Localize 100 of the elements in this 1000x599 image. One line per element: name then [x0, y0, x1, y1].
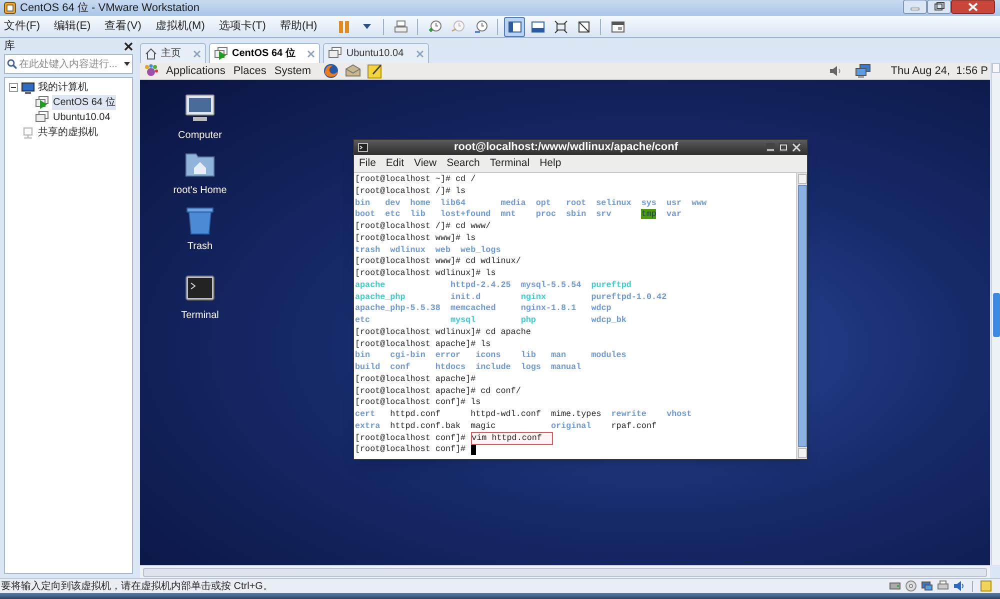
network-icon[interactable]	[854, 64, 871, 78]
terminal-line: [root@localhost wdlinux]# cd apache	[355, 326, 531, 338]
tree-item[interactable]: 共享的虚拟机	[38, 125, 98, 140]
printer-icon[interactable]	[937, 580, 949, 592]
dropdown-caret-icon	[124, 62, 130, 66]
terminal-line: [root@localhost conf]# ls	[355, 397, 481, 409]
directory-name: lib	[410, 209, 426, 220]
window-title: root@localhost:/www/wdlinux/apache/conf	[452, 140, 680, 156]
tab[interactable]: CentOS 64 位	[209, 43, 320, 63]
directory-name: rewrite	[611, 409, 646, 419]
status-text: 要将输入定向到该虚拟机，请在虚拟机内部单击或按 Ctrl+G。	[1, 580, 273, 594]
caret-icon	[362, 24, 371, 29]
directory-name: var	[666, 209, 682, 220]
menu-item[interactable]: View	[414, 156, 437, 172]
horizontal-scrollbar[interactable]	[140, 565, 990, 578]
search-field[interactable]: 在此处键入内容进行...	[4, 54, 133, 74]
menu-item[interactable]: Help	[540, 156, 562, 172]
speaker-icon[interactable]	[828, 65, 841, 77]
maximize-button[interactable]	[927, 0, 951, 14]
envelope-icon[interactable]	[345, 63, 362, 79]
clock-icon	[450, 18, 466, 34]
directory-name: cert	[355, 409, 376, 419]
icon-label[interactable]: root's Home	[173, 183, 227, 198]
note-icon[interactable]	[980, 580, 992, 592]
directory-name: web	[435, 244, 450, 254]
directory-name: logs	[520, 362, 541, 372]
directory-name: vhost	[666, 409, 692, 419]
view-button[interactable]	[504, 16, 526, 36]
menu-item[interactable]: Search	[446, 156, 480, 172]
terminal-line: [root@localhost www]# cd wdlinux/	[355, 256, 521, 268]
menu-item[interactable]: Edit	[386, 156, 404, 172]
directory-name: httpd-2.4.25	[450, 280, 511, 290]
icon-label[interactable]: Terminal	[181, 308, 219, 323]
tree-item[interactable]: Ubuntu10.04	[52, 110, 112, 125]
directory-name: manual	[550, 362, 582, 372]
clock-icon	[426, 18, 443, 34]
clock[interactable]: Thu Aug 24, 1:56 P	[890, 62, 988, 80]
file-name: rpaf.conf	[611, 420, 657, 431]
home-icon	[145, 48, 157, 60]
menu-item[interactable]: 查看(V)	[104, 18, 142, 35]
menu-item[interactable]: Places	[233, 62, 266, 80]
icon-label[interactable]: Trash	[187, 239, 213, 254]
link-name: pureftpd	[591, 280, 632, 290]
menu-item[interactable]: 编辑(E)	[54, 18, 91, 35]
terminal-line: [root@localhost apache]# cd conf/	[355, 386, 521, 398]
close-button[interactable]	[951, 0, 995, 14]
monitor-icon	[21, 126, 35, 138]
menu-item[interactable]: System	[274, 62, 312, 80]
minimize-button[interactable]	[766, 143, 775, 152]
directory-name: boot	[355, 209, 376, 220]
tree-item[interactable]: CentOS 64 位	[52, 95, 116, 110]
window-title: CentOS 64 位 - VMware Workstation	[20, 0, 200, 16]
menu-item[interactable]: 虚拟机(M)	[155, 18, 205, 35]
menu-item[interactable]: Terminal	[490, 156, 530, 172]
tab[interactable]: 主页	[140, 43, 206, 63]
directory-name: bin	[355, 350, 370, 360]
close-icon[interactable]	[124, 42, 133, 50]
scrollbar[interactable]	[796, 173, 807, 459]
icon-label[interactable]: Computer	[178, 128, 222, 143]
directory-name: sys	[641, 198, 656, 208]
directory-name: cgi-bin	[390, 350, 426, 360]
network-icon[interactable]	[921, 580, 933, 592]
menu-item[interactable]: 文件(F)	[4, 18, 40, 35]
search-icon	[7, 59, 17, 69]
app-logo-icon	[4, 2, 16, 14]
menu-item[interactable]: Applications	[166, 62, 226, 80]
link-name: php	[520, 315, 536, 325]
disc-icon[interactable]	[905, 580, 917, 592]
notepad-icon[interactable]	[367, 63, 384, 79]
layout-icon	[530, 18, 546, 34]
collapse-toggle-icon[interactable]	[9, 83, 18, 92]
directory-name: lib64	[440, 198, 466, 208]
file-name: magic	[470, 420, 496, 431]
directory-name: modules	[591, 350, 626, 360]
directory-name: wdlinux	[390, 244, 426, 254]
terminal-line: [root@localhost conf]#	[355, 432, 466, 444]
terminal-line: [root@localhost wdlinux]# ls	[355, 268, 496, 280]
menu-item[interactable]: 选项卡(T)	[218, 18, 266, 35]
directory-name: opt	[536, 198, 551, 208]
file-name: httpd.conf.bak	[390, 420, 461, 431]
terminal-line: [root@localhost apache]#	[355, 374, 476, 386]
globe-icon[interactable]	[323, 63, 340, 79]
menu-item[interactable]: File	[359, 156, 376, 172]
directory-name: wdcp_bk	[591, 315, 626, 325]
tab[interactable]: Ubuntu10.04	[323, 43, 429, 63]
tree-item[interactable]: 我的计算机	[38, 80, 88, 95]
link-name: mysql	[450, 315, 476, 325]
link-name: nginx	[520, 292, 546, 302]
menu-item[interactable]: 帮助(H)	[280, 18, 318, 35]
directory-name: sbin	[566, 209, 586, 220]
directory-name: srv	[596, 209, 612, 220]
speaker-icon[interactable]	[953, 580, 965, 592]
directory-name: error	[435, 350, 461, 360]
directory-name: wdcp	[591, 303, 612, 314]
vertical-scrollbar[interactable]	[991, 63, 1000, 565]
terminal-line: [root@localhost conf]#	[355, 444, 466, 456]
directory-name: build	[355, 362, 380, 372]
foot-logo-icon[interactable]	[144, 64, 158, 78]
directory-name: web_logs	[460, 244, 501, 254]
directory-name: etc	[385, 209, 400, 220]
